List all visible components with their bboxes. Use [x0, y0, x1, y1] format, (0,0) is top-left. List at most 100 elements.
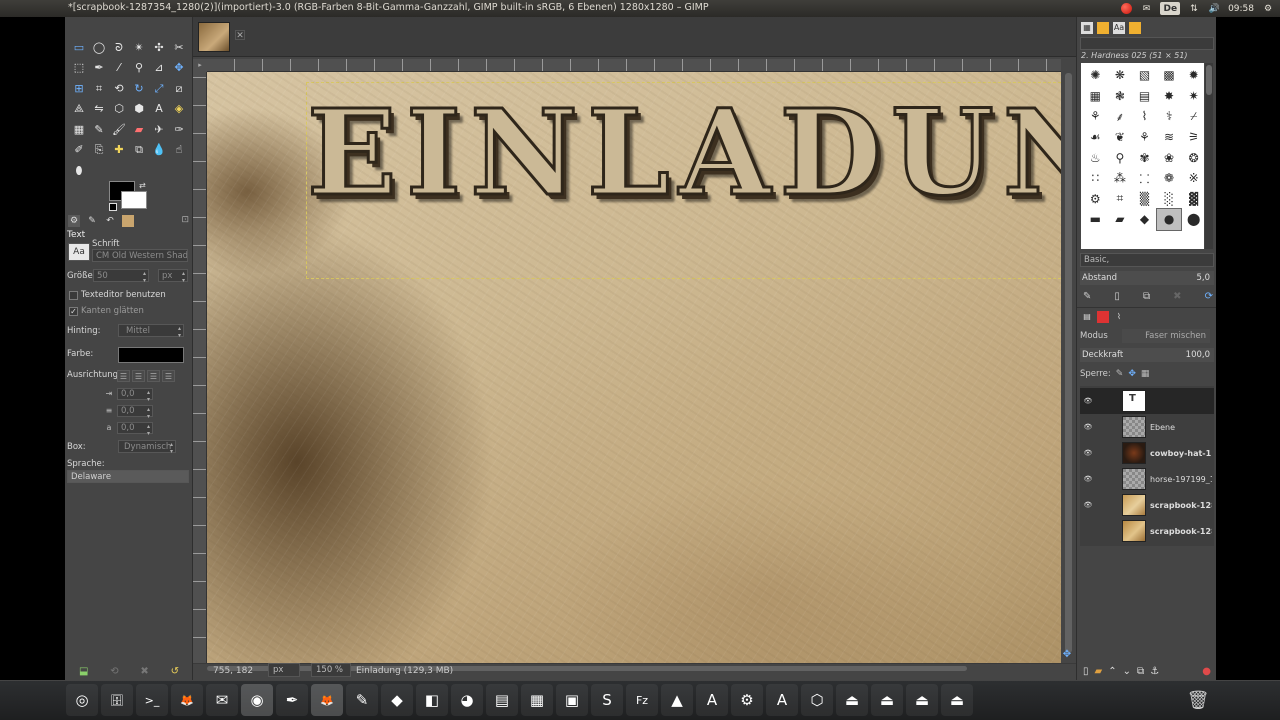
software-center-icon[interactable]: A [696, 684, 728, 716]
layer-visibility-icon[interactable]: 👁 [1080, 449, 1096, 457]
tab-paths[interactable]: ⌇ [1113, 311, 1125, 323]
layer-row[interactable]: 👁 cowboy-hat-113 [1080, 440, 1214, 466]
power-gear-icon[interactable]: ⚙ [1262, 2, 1274, 15]
brush-preview-icon[interactable]: ✹ [1181, 65, 1206, 86]
mypaint-brush-icon[interactable]: ✐ [71, 142, 87, 158]
brush-preview-icon[interactable]: ⌗ [1108, 189, 1133, 210]
layer-visibility-icon[interactable]: 👁 [1080, 501, 1096, 509]
tab-images[interactable] [122, 215, 134, 227]
edit-brush-icon[interactable]: ✎ [1083, 290, 1091, 304]
layer-visibility-icon[interactable]: 👁 [1080, 397, 1096, 405]
font-preview-icon[interactable]: Aa [68, 243, 90, 261]
move-icon[interactable]: ✥ [171, 60, 187, 76]
skype-icon[interactable]: S [591, 684, 623, 716]
brush-preview-icon[interactable]: ⬤ [1181, 209, 1206, 230]
brush-preview-icon[interactable]: ❋ [1108, 65, 1133, 86]
brush-preview-icon[interactable]: ⚲ [1108, 147, 1133, 168]
fuzzy-select-icon[interactable]: ✴ [131, 39, 147, 55]
drive-icon-4[interactable]: ⏏ [941, 684, 973, 716]
measure-icon[interactable]: ⊿ [151, 60, 167, 76]
terminal-icon[interactable]: >_ [136, 684, 168, 716]
files-icon[interactable]: 🗄 [101, 684, 133, 716]
drive-icon-2[interactable]: ⏏ [871, 684, 903, 716]
brush-preview-icon[interactable]: ▬ [1083, 209, 1108, 230]
chrome-icon[interactable]: ◉ [241, 684, 273, 716]
box-select[interactable]: Dynamisch ▴ ▾ [118, 440, 176, 455]
horizontal-ruler[interactable] [207, 59, 1061, 72]
navigate-icon[interactable]: ✥ [1061, 649, 1073, 661]
brush-preview-icon[interactable]: ⸬ [1132, 168, 1157, 189]
airbrush-icon[interactable]: ✈ [151, 121, 167, 137]
text-color-button[interactable] [118, 347, 184, 363]
pencil-icon[interactable]: ✎ [91, 121, 107, 137]
tab-fonts[interactable]: Aa [1113, 21, 1125, 34]
screenshot-icon[interactable]: ◧ [416, 684, 448, 716]
brush-preview-icon[interactable]: ▦ [1083, 86, 1108, 107]
clone-icon[interactable]: ⎘ [91, 142, 107, 158]
brush-preview-icon[interactable]: ⚘ [1132, 127, 1157, 148]
layer-row[interactable]: 👁 horse-197199_1 [1080, 466, 1214, 492]
brush-preview-icon[interactable]: ▰ [1108, 209, 1133, 230]
color-select-icon[interactable]: ✣ [151, 39, 167, 55]
calc-icon[interactable]: ▦ [521, 684, 553, 716]
justify-left-icon[interactable]: ☰ [117, 370, 130, 382]
vertical-scrollbar[interactable] [1061, 59, 1076, 665]
ink-icon[interactable]: ✑ [171, 121, 187, 137]
tab-config-icon[interactable]: ⊡ [181, 215, 189, 225]
duplicate-layer-icon[interactable]: ⧉ [1137, 666, 1144, 677]
swap-colors-icon[interactable]: ⇄ [139, 181, 146, 190]
filezilla-icon[interactable]: Fz [626, 684, 658, 716]
shear-icon[interactable]: ⧄ [171, 80, 187, 96]
refresh-brushes-icon[interactable]: ⟳ [1205, 290, 1213, 304]
zoom-select[interactable]: 150 % [311, 663, 351, 677]
justify-right-icon[interactable]: ☰ [132, 370, 145, 382]
brush-preview-icon[interactable]: ● [1155, 208, 1183, 231]
vertical-ruler[interactable] [193, 72, 207, 665]
brush-preview-icon[interactable]: ♨ [1083, 147, 1108, 168]
brush-tag-field[interactable]: Basic, [1080, 253, 1214, 267]
font-field[interactable]: CM Old Western Shadow [92, 249, 188, 262]
brush-preview-icon[interactable]: ▤ [1132, 86, 1157, 107]
ubuntu-home-icon[interactable]: ◎ [66, 684, 98, 716]
save-options-icon[interactable]: ⬓ [79, 666, 88, 677]
crop-icon[interactable]: ⌗ [91, 80, 107, 96]
size-input[interactable]: 50 ▴ ▾ [93, 269, 149, 284]
background-color[interactable] [121, 191, 147, 209]
scissors-select-icon[interactable]: ✂ [171, 39, 187, 55]
brush-filter-select[interactable] [1080, 37, 1214, 50]
cage-transform-icon[interactable]: ⬡ [111, 101, 127, 117]
reset-colors-icon[interactable] [109, 203, 117, 211]
network-icon[interactable]: ⇅ [1188, 2, 1200, 15]
delete-layer-icon[interactable]: ● [1202, 666, 1211, 677]
opacity-slider[interactable]: Deckkraft 100,0 [1080, 348, 1214, 362]
mail-icon[interactable]: ✉ [1140, 2, 1152, 15]
lock-pixels-icon[interactable]: ✎ [1116, 369, 1124, 379]
vlc-icon[interactable]: ▲ [661, 684, 693, 716]
new-layer-icon[interactable]: ▯ [1083, 666, 1089, 677]
brush-preview-icon[interactable]: ⚘ [1083, 106, 1108, 127]
size-unit-select[interactable]: px ▴ ▾ [158, 269, 188, 284]
paths-icon[interactable]: ✒ [91, 60, 107, 76]
keyboard-layout-indicator[interactable]: De [1160, 2, 1181, 15]
update-indicator-icon[interactable] [1121, 3, 1133, 14]
text-editor-icon[interactable]: ✎ [346, 684, 378, 716]
reset-options-icon[interactable]: ↺ [171, 666, 179, 677]
clock[interactable]: 09:58 [1228, 2, 1254, 15]
text-icon[interactable]: A [151, 101, 167, 117]
eraser-icon[interactable]: ▰ [131, 121, 147, 137]
foreground-select-icon[interactable]: ⬚ [71, 60, 87, 76]
brush-preview-icon[interactable]: ≋ [1157, 127, 1182, 148]
layer-visibility-icon[interactable]: 👁 [1080, 423, 1096, 431]
align-icon[interactable]: ⊞ [71, 80, 87, 96]
brush-preview-icon[interactable]: ▩ [1157, 65, 1182, 86]
new-brush-icon[interactable]: ▯ [1114, 290, 1120, 304]
mode-select[interactable]: Faser mischen [1122, 329, 1210, 343]
vertical-scroll-thumb[interactable] [1065, 73, 1072, 653]
writer-icon[interactable]: ▤ [486, 684, 518, 716]
brush-preview-icon[interactable]: ▒ [1132, 189, 1157, 210]
firefox-icon[interactable]: 🦊 [171, 684, 203, 716]
raise-layer-icon[interactable]: ⌃ [1108, 666, 1116, 677]
brush-preview-icon[interactable]: ⚙ [1083, 189, 1108, 210]
brush-preview-icon[interactable]: ❦ [1108, 127, 1133, 148]
ruler-corner-icon[interactable]: ▸ [193, 59, 207, 72]
